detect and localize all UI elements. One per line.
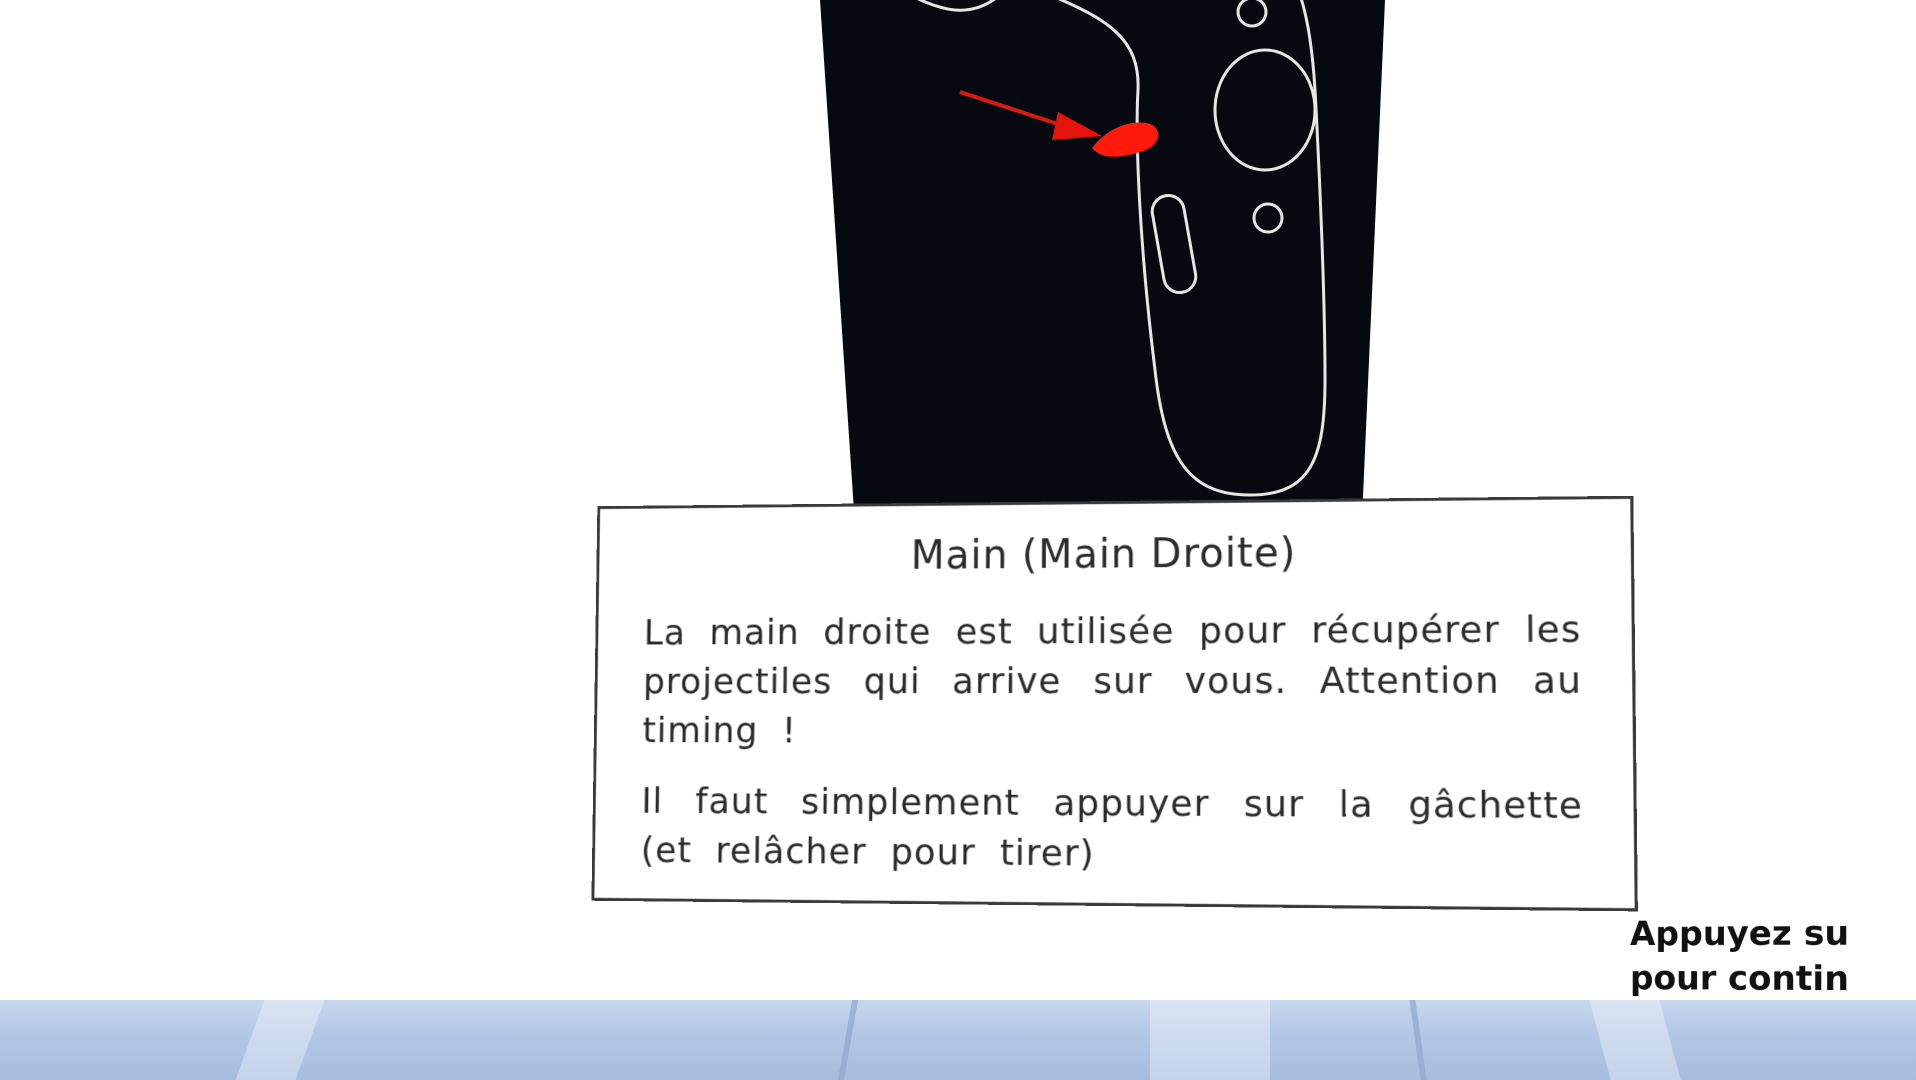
floor-seam [1409,1000,1426,1080]
arrow-icon [820,0,1385,510]
tutorial-title: Main (Main Droite) [645,528,1581,581]
floor-reflection [1150,1000,1270,1080]
controller-diagram [820,0,1385,510]
continue-prompt: Appuyez su pour contin [1630,910,1849,1001]
tutorial-paragraph-1: La main droite est utilisée pour récupér… [642,605,1582,758]
continue-prompt-line-2: pour contin [1630,956,1849,1002]
continue-prompt-line-1: Appuyez su [1630,910,1849,956]
vr-tutorial-scene: Main (Main Droite) La main droite est ut… [0,0,1916,1080]
floor-seam [838,1000,858,1080]
floor-reflection [1589,1000,1680,1080]
floor [0,1000,1916,1080]
floor-reflection [235,1000,324,1080]
tutorial-paragraph-2: Il faut simplement appuyer sur la gâchet… [641,777,1584,884]
tutorial-card: Main (Main Droite) La main droite est ut… [591,496,1637,912]
